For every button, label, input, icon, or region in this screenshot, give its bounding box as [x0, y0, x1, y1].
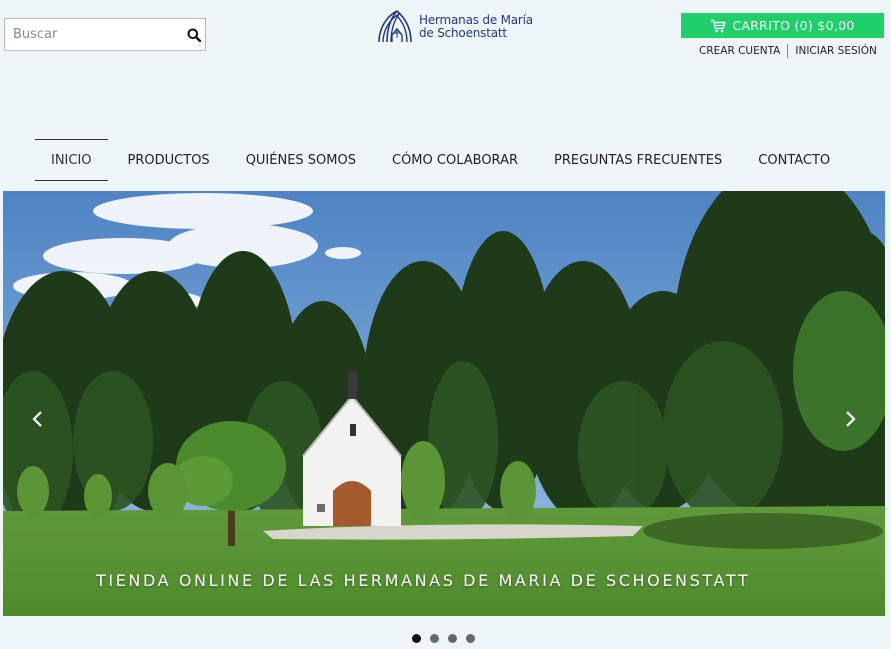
slider-next-button[interactable]	[841, 401, 861, 437]
account-links: CREAR CUENTA INICIAR SESIÓN	[699, 44, 877, 58]
cart-button[interactable]: CARRITO (0) $0,00	[681, 13, 884, 38]
search-button[interactable]	[183, 19, 205, 50]
login-link[interactable]: INICIAR SESIÓN	[795, 45, 876, 57]
search-box	[4, 18, 206, 51]
slider-dot-1[interactable]	[412, 634, 421, 643]
nav-item-inicio[interactable]: INICIO	[35, 139, 108, 181]
hero-image	[3, 191, 885, 616]
nav-item-quienes-somos[interactable]: QUIÉNES SOMOS	[246, 139, 356, 181]
site-logo[interactable]: Hermanas de María de Schoenstatt	[375, 8, 533, 46]
nav-item-como-colaborar[interactable]: CÓMO COLABORAR	[392, 139, 518, 181]
cart-label: CARRITO (0) $0,00	[732, 18, 855, 33]
slider-dot-3[interactable]	[448, 634, 457, 643]
nav-item-contacto[interactable]: CONTACTO	[758, 139, 830, 181]
search-input[interactable]	[5, 19, 183, 50]
slider-caption: TIENDA ONLINE DE LAS HERMANAS DE MARIA D…	[96, 571, 751, 590]
slider-pagination	[412, 634, 475, 643]
slider-prev-button[interactable]	[27, 401, 47, 437]
main-nav: INICIO PRODUCTOS QUIÉNES SOMOS CÓMO COLA…	[35, 139, 830, 181]
logo-emblem-icon	[378, 10, 412, 43]
account-divider	[787, 44, 789, 58]
slider-dot-4[interactable]	[466, 634, 475, 643]
logo-line-2: de Schoenstatt	[419, 26, 507, 40]
create-account-link[interactable]: CREAR CUENTA	[699, 45, 780, 57]
search-icon	[187, 28, 201, 42]
slider-dot-2[interactable]	[430, 634, 439, 643]
nav-item-preguntas-frecuentes[interactable]: PREGUNTAS FRECUENTES	[554, 139, 722, 181]
chevron-left-icon	[32, 411, 42, 427]
cart-icon	[711, 19, 726, 32]
hero-slider: TIENDA ONLINE DE LAS HERMANAS DE MARIA D…	[3, 191, 885, 616]
chevron-right-icon	[846, 411, 856, 427]
nav-item-productos[interactable]: PRODUCTOS	[128, 139, 210, 181]
